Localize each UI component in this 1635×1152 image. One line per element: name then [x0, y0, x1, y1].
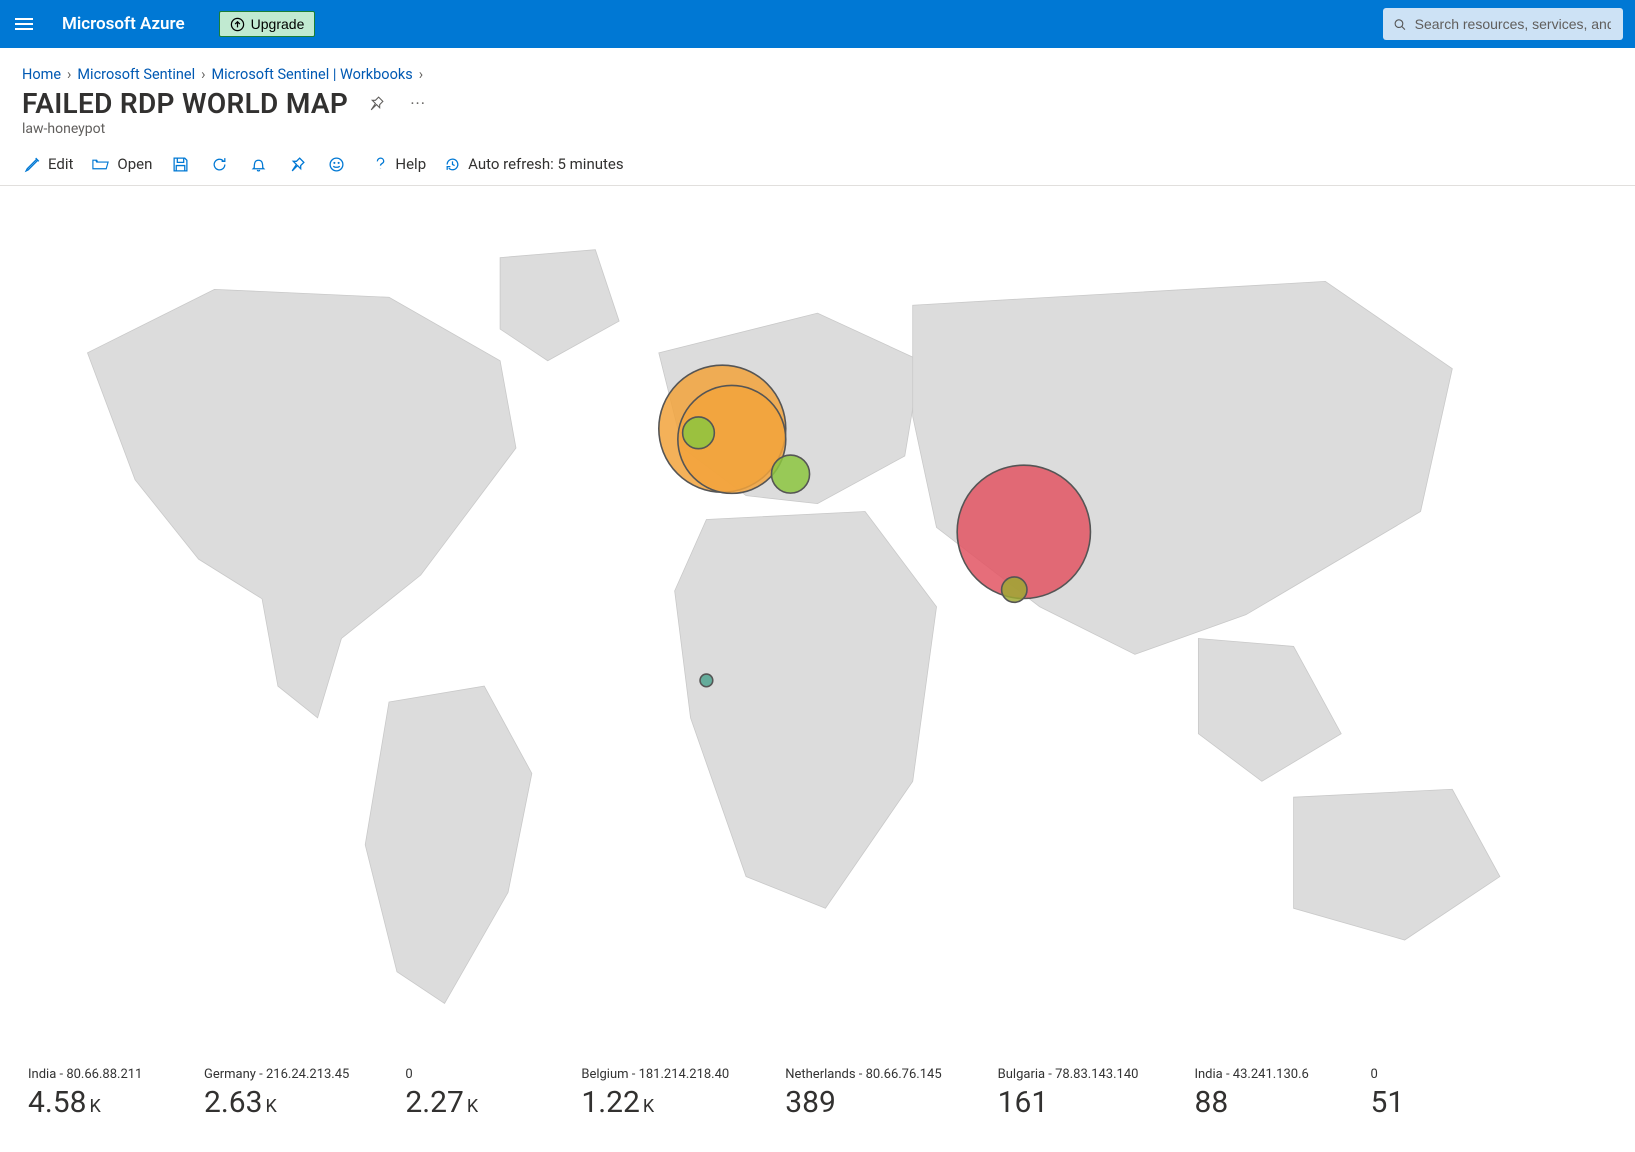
map-marker[interactable] — [683, 417, 715, 449]
stat-card[interactable]: Bulgaria - 78.83.143.140 161 — [998, 1067, 1139, 1120]
stat-value: 51 — [1370, 1085, 1490, 1120]
breadcrumb-workbooks[interactable]: Microsoft Sentinel | Workbooks — [212, 66, 413, 83]
upgrade-label: Upgrade — [251, 16, 305, 32]
stat-value: 1.22K — [581, 1085, 729, 1120]
breadcrumb-sentinel[interactable]: Microsoft Sentinel — [77, 66, 195, 83]
hamburger-icon — [15, 15, 33, 33]
stat-card[interactable]: Netherlands - 80.66.76.145 389 — [785, 1067, 941, 1120]
smiley-icon — [328, 156, 345, 173]
stat-label: Germany - 216.24.213.45 — [204, 1067, 349, 1082]
open-button[interactable]: Open — [89, 151, 154, 177]
more-icon: ··· — [410, 94, 426, 113]
breadcrumb-home[interactable]: Home — [22, 66, 61, 83]
edit-button[interactable]: Edit — [22, 151, 75, 177]
stat-value: 2.27K — [405, 1085, 525, 1120]
stat-unit: K — [467, 1096, 478, 1117]
map-area — [0, 186, 1635, 1049]
notifications-button[interactable] — [246, 152, 271, 177]
menu-button[interactable] — [12, 12, 36, 36]
stat-card[interactable]: India - 43.241.130.6 88 — [1194, 1067, 1314, 1120]
stat-label: India - 43.241.130.6 — [1194, 1067, 1314, 1082]
workbook-toolbar: Edit Open Help Auto refresh: 5 minutes — [0, 137, 1635, 186]
auto-refresh-button[interactable]: Auto refresh: 5 minutes — [442, 151, 626, 177]
stat-card[interactable]: 051 — [1370, 1067, 1490, 1120]
stat-value: 88 — [1194, 1085, 1314, 1120]
chevron-right-icon: › — [201, 66, 205, 83]
page-subtitle: law-honeypot — [22, 121, 1613, 137]
bell-icon — [250, 156, 267, 173]
map-marker[interactable] — [700, 674, 713, 687]
search-icon — [1393, 17, 1407, 32]
breadcrumb: Home › Microsoft Sentinel › Microsoft Se… — [0, 48, 1635, 83]
brand-label: Microsoft Azure — [62, 14, 185, 34]
world-map-svg — [24, 210, 1611, 1035]
feedback-button[interactable] — [324, 152, 349, 177]
map-marker[interactable] — [771, 455, 809, 493]
history-icon — [444, 156, 461, 173]
stat-value: 389 — [785, 1085, 941, 1120]
map-marker[interactable] — [1002, 577, 1027, 602]
stat-label: 0 — [405, 1067, 525, 1082]
stat-label: 0 — [1370, 1067, 1490, 1082]
map-marker[interactable] — [957, 465, 1090, 598]
refresh-button[interactable] — [207, 152, 232, 177]
pin-button[interactable] — [362, 90, 390, 118]
stat-unit: K — [643, 1096, 654, 1117]
more-button[interactable]: ··· — [404, 90, 432, 118]
pin-icon — [289, 156, 306, 173]
page-title: FAILED RDP WORLD MAP — [22, 87, 348, 120]
chevron-right-icon: › — [419, 66, 423, 83]
search-box[interactable] — [1383, 8, 1623, 40]
save-icon — [172, 156, 189, 173]
refresh-icon — [211, 156, 228, 173]
stat-card[interactable]: India - 80.66.88.211 4.58K — [28, 1067, 148, 1120]
save-button[interactable] — [168, 152, 193, 177]
question-icon — [373, 156, 388, 173]
world-map[interactable] — [24, 210, 1611, 1039]
chevron-right-icon: › — [67, 66, 71, 83]
stat-label: Netherlands - 80.66.76.145 — [785, 1067, 941, 1082]
pencil-icon — [24, 156, 41, 173]
open-label: Open — [117, 155, 152, 173]
stat-value: 2.63K — [204, 1085, 349, 1120]
stat-card[interactable]: Belgium - 181.214.218.40 1.22K — [581, 1067, 729, 1120]
topbar: Microsoft Azure Upgrade — [0, 0, 1635, 48]
upgrade-button[interactable]: Upgrade — [219, 11, 316, 37]
stat-card[interactable]: Germany - 216.24.213.45 2.63K — [204, 1067, 349, 1120]
help-button[interactable]: Help — [371, 151, 428, 177]
auto-refresh-label: Auto refresh: 5 minutes — [468, 155, 624, 173]
stat-label: Belgium - 181.214.218.40 — [581, 1067, 729, 1082]
stat-label: Bulgaria - 78.83.143.140 — [998, 1067, 1139, 1082]
folder-open-icon — [91, 156, 110, 172]
stat-unit: K — [90, 1096, 101, 1117]
upgrade-icon — [230, 17, 245, 32]
stat-unit: K — [266, 1096, 277, 1117]
stat-value: 4.58K — [28, 1085, 148, 1120]
edit-label: Edit — [48, 155, 73, 173]
search-input[interactable] — [1413, 15, 1613, 33]
pin-icon — [368, 95, 385, 112]
stat-card[interactable]: 0 2.27K — [405, 1067, 525, 1120]
stat-label: India - 80.66.88.211 — [28, 1067, 148, 1082]
pin-toolbar-button[interactable] — [285, 152, 310, 177]
help-label: Help — [395, 155, 426, 173]
stat-value: 161 — [998, 1085, 1139, 1120]
